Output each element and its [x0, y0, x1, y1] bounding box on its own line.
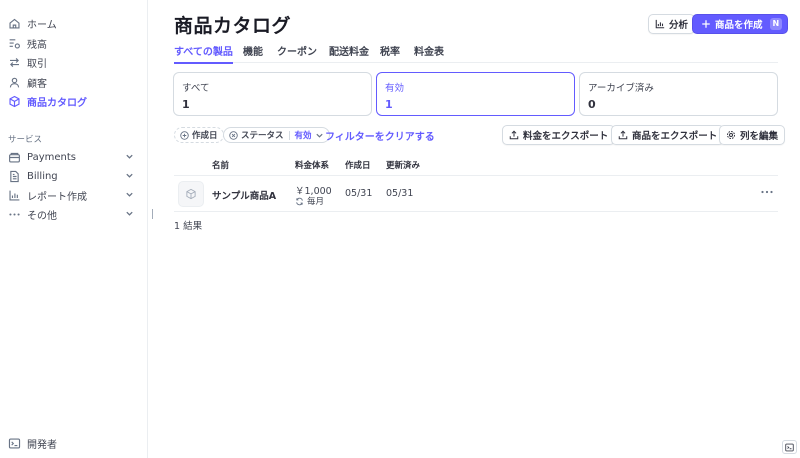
clear-filters-button[interactable]: フィルターをクリアする: [325, 128, 435, 143]
sidebar-item-label: その他: [27, 210, 57, 222]
results-count: 1 結果: [174, 221, 203, 232]
export-icon: [509, 130, 519, 140]
edit-columns-button[interactable]: 列を編集: [719, 125, 786, 145]
export-icon: [618, 130, 628, 140]
tab-pricing-tables[interactable]: 料金表: [414, 43, 444, 63]
filter-card-archived[interactable]: アーカイブ済み 0: [579, 72, 778, 116]
sidebar-item-label: 残高: [27, 39, 47, 51]
chevron-down-icon: [126, 173, 133, 178]
services-section-label: サービス: [8, 135, 43, 145]
sidebar-item-more[interactable]: その他: [6, 205, 142, 223]
sidebar-item-balance[interactable]: 残高: [6, 34, 142, 52]
tab-features[interactable]: 機能: [243, 43, 263, 63]
sidebar-item-developers[interactable]: 開発者: [6, 434, 142, 452]
product-catalog-icon: [9, 95, 20, 107]
sidebar-item-label: レポート作成: [27, 191, 87, 203]
remove-circle-icon: [229, 130, 238, 140]
payments-icon: [9, 152, 20, 163]
filter-card-count: 1: [182, 98, 190, 111]
transactions-icon: [10, 57, 19, 67]
plus-icon: [702, 20, 710, 28]
bar-chart-icon: [655, 19, 665, 29]
sidebar-item-label: 取引: [27, 58, 47, 70]
product-thumbnail: [178, 181, 204, 207]
chevron-down-icon: [126, 211, 133, 216]
sidebar-item-label: Payments: [27, 151, 76, 163]
product-box-icon: [186, 188, 196, 200]
keyboard-shortcut-badge: N: [769, 18, 783, 30]
tab-shipping-rates[interactable]: 配送料金: [329, 43, 369, 63]
column-header-created[interactable]: 作成日: [345, 159, 371, 171]
chevron-down-icon: [315, 133, 323, 138]
terminal-icon: [8, 437, 21, 449]
customer-icon: [9, 77, 20, 87]
export-products-label: 商品をエクスポート: [632, 131, 718, 142]
filter-card-all[interactable]: すべて 1: [173, 72, 372, 116]
filter-card-label: 有効: [385, 83, 405, 94]
chevron-down-icon: [126, 154, 133, 159]
export-prices-button[interactable]: 料金をエクスポート: [502, 125, 616, 145]
table-divider: [174, 175, 778, 176]
sidebar-resize-handle[interactable]: [152, 209, 153, 219]
sidebar-item-transactions[interactable]: 取引: [6, 53, 142, 71]
sidebar-item-reports[interactable]: レポート作成: [6, 186, 142, 204]
pill-separator: [288, 130, 290, 140]
table-divider: [174, 211, 778, 212]
analytics-button[interactable]: 分析: [648, 14, 696, 34]
sidebar-item-label: 顧客: [27, 78, 47, 90]
plus-circle-icon: [180, 130, 189, 140]
filter-card-count: 1: [385, 98, 393, 111]
export-products-button[interactable]: 商品をエクスポート: [611, 125, 725, 145]
column-header-updated[interactable]: 更新済み: [386, 159, 420, 171]
tab-tax-rates[interactable]: 税率: [380, 43, 400, 63]
create-product-button[interactable]: 商品を作成 N: [692, 14, 789, 34]
tab-all-products[interactable]: すべての製品: [174, 43, 233, 64]
sidebar-item-home[interactable]: ホーム: [6, 14, 142, 32]
column-header-pricing[interactable]: 料金体系: [295, 159, 329, 171]
status-filter[interactable]: ステータス 有効: [223, 127, 330, 143]
filter-card-label: すべて: [182, 83, 210, 94]
sidebar-item-label: Billing: [27, 170, 58, 182]
created-date-filter-label: 作成日: [192, 131, 218, 141]
product-name[interactable]: サンプル商品A: [212, 188, 276, 202]
product-created-date: 05/31: [345, 188, 373, 199]
chevron-down-icon: [126, 192, 133, 197]
balance-icon: [9, 38, 20, 49]
filter-card-active[interactable]: 有効 1: [376, 72, 575, 116]
status-filter-value: 有効: [294, 131, 312, 141]
sidebar-item-label: 開発者: [27, 439, 57, 451]
sidebar-item-label: 商品カタログ: [27, 97, 87, 109]
status-filter-label: ステータス: [241, 131, 284, 141]
edit-columns-label: 列を編集: [740, 131, 779, 142]
price-interval: 毎月: [295, 195, 324, 207]
sidebar-item-payments[interactable]: Payments: [6, 148, 142, 166]
sidebar: ホーム 残高 取引 顧客 商品カタログ サービス Payments Billin…: [0, 0, 148, 458]
report-icon: [9, 190, 20, 201]
home-icon: [9, 18, 20, 29]
column-header-name[interactable]: 名前: [212, 159, 229, 171]
filter-card-label: アーカイブ済み: [588, 83, 654, 94]
developer-console-button[interactable]: [782, 440, 797, 454]
created-date-filter[interactable]: 作成日: [174, 127, 224, 143]
sidebar-item-customers[interactable]: 顧客: [6, 73, 142, 91]
sidebar-item-product-catalog[interactable]: 商品カタログ: [6, 92, 142, 110]
terminal-icon: [785, 443, 794, 451]
tab-coupons[interactable]: クーポン: [277, 43, 317, 63]
gear-icon: [727, 131, 735, 139]
more-icon: [9, 212, 20, 216]
analytics-button-label: 分析: [669, 20, 689, 31]
billing-icon: [10, 170, 19, 182]
sidebar-item-billing[interactable]: Billing: [6, 167, 142, 185]
price-interval-label: 毎月: [307, 197, 325, 207]
filter-card-count: 0: [588, 98, 596, 111]
more-actions-icon[interactable]: [759, 186, 775, 198]
tab-bar: すべての製品 機能 クーポン 配送料金 税率 料金表: [174, 43, 778, 64]
export-prices-label: 料金をエクスポート: [523, 131, 609, 142]
create-product-label: 商品を作成: [715, 20, 763, 31]
page-title: 商品カタログ: [174, 15, 292, 37]
sidebar-item-label: ホーム: [27, 19, 57, 31]
product-updated-date: 05/31: [386, 188, 414, 199]
recurring-icon: [296, 197, 303, 205]
